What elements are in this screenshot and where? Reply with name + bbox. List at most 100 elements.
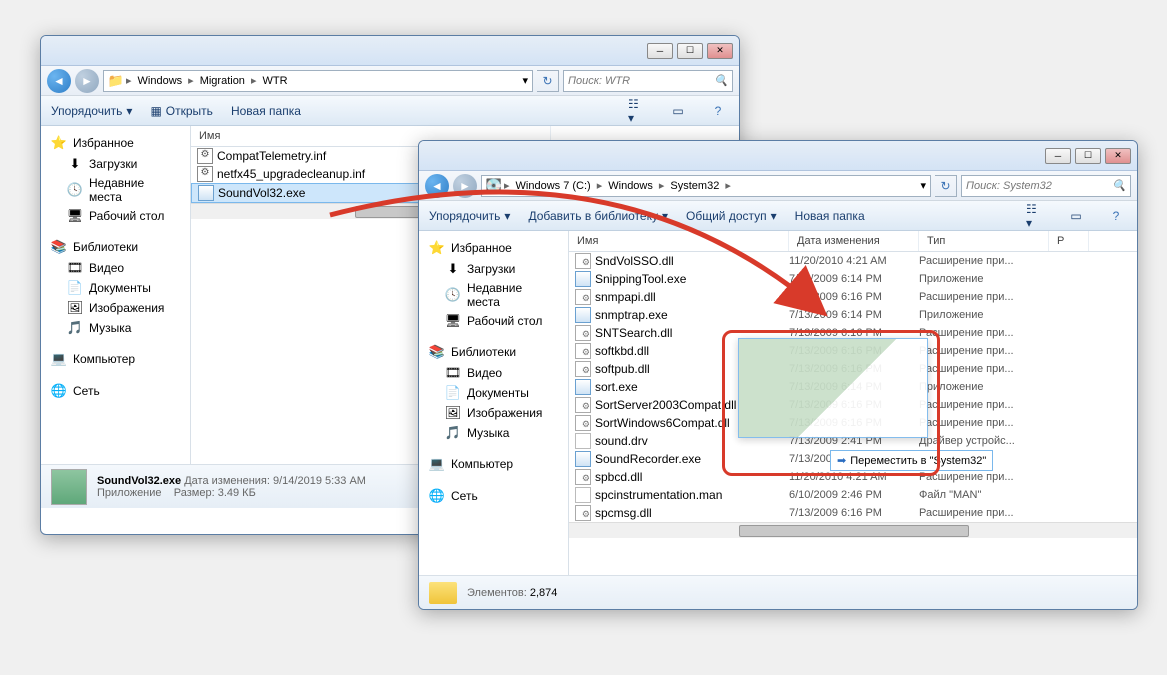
sidebar-computer[interactable]: 💻Компьютер (41, 348, 190, 370)
file-date: 7/13/2009 6:14 PM (789, 309, 919, 321)
col-type[interactable]: Тип (919, 231, 1049, 251)
file-date: 7/13/2009 6:14 PM (789, 273, 919, 285)
sidebar-documents[interactable]: 📄Документы (419, 383, 568, 403)
maximize-button[interactable]: ☐ (1075, 148, 1101, 164)
col-size[interactable]: Р (1049, 231, 1089, 251)
search-input[interactable]: Поиск: System32 🔍 (961, 175, 1131, 197)
column-headers[interactable]: Имя Дата изменения Тип Р (569, 231, 1137, 252)
sidebar-pictures[interactable]: 🖼Изображения (41, 298, 190, 318)
minimize-button[interactable]: ─ (647, 43, 673, 59)
sidebar-downloads[interactable]: ⬇Загрузки (41, 154, 190, 174)
col-date[interactable]: Дата изменения (789, 231, 919, 251)
newfolder-button[interactable]: Новая папка (231, 104, 301, 118)
file-row[interactable]: SndVolSSO.dll11/20/2010 4:21 AMРасширени… (569, 252, 1137, 270)
open-button[interactable]: ▦Открыть (150, 104, 212, 118)
file-icon (575, 415, 591, 431)
addlib-button[interactable]: Добавить в библиотеку ▾ (528, 209, 668, 223)
forward-button[interactable]: ► (453, 174, 477, 198)
sidebar-libraries[interactable]: 📚Библиотеки (419, 341, 568, 363)
preview-button[interactable]: ▭ (1065, 206, 1087, 226)
sidebar-desktop[interactable]: 🖥Рабочий стол (41, 206, 190, 226)
help-button[interactable]: ? (1105, 206, 1127, 226)
search-icon: 🔍 (714, 74, 728, 87)
share-button[interactable]: Общий доступ ▾ (686, 209, 777, 223)
pictures-icon: 🖼 (445, 405, 461, 421)
view-button[interactable]: ☷ ▾ (627, 101, 649, 121)
network-icon: 🌐 (51, 383, 67, 399)
newfolder-button[interactable]: Новая папка (795, 209, 865, 223)
help-button[interactable]: ? (707, 101, 729, 121)
file-type: Приложение (919, 273, 1049, 285)
file-name: netfx45_upgradecleanup.inf (217, 167, 365, 181)
forward-button[interactable]: ► (75, 69, 99, 93)
sidebar-music[interactable]: 🎵Музыка (419, 423, 568, 443)
file-row[interactable]: spcinstrumentation.man6/10/2009 2:46 PMФ… (569, 486, 1137, 504)
desktop-icon: 🖥 (445, 313, 461, 329)
sidebar: ⭐Избранное ⬇Загрузки 🕓Недавние места 🖥Ра… (41, 126, 191, 464)
close-button[interactable]: ✕ (1105, 148, 1131, 164)
breadcrumb[interactable]: Windows (604, 180, 657, 192)
file-name: spbcd.dll (595, 470, 642, 484)
folder-icon: 📁 (108, 73, 124, 89)
sidebar-recent[interactable]: 🕓Недавние места (41, 174, 190, 206)
breadcrumb[interactable]: Windows (134, 75, 187, 87)
sidebar-libraries[interactable]: 📚Библиотеки (41, 236, 190, 258)
file-type: Расширение при... (919, 471, 1049, 483)
sidebar-network[interactable]: 🌐Сеть (41, 380, 190, 402)
search-placeholder: Поиск: System32 (966, 180, 1052, 192)
sidebar-favorites[interactable]: ⭐Избранное (41, 132, 190, 154)
sidebar-video[interactable]: 🎞Видео (41, 258, 190, 278)
file-row[interactable]: snmpapi.dll7/13/2009 6:16 PMРасширение п… (569, 288, 1137, 306)
sidebar-favorites[interactable]: ⭐Избранное (419, 237, 568, 259)
close-button[interactable]: ✕ (707, 43, 733, 59)
breadcrumb[interactable]: Windows 7 (C:) (512, 180, 595, 192)
sidebar-video[interactable]: 🎞Видео (419, 363, 568, 383)
search-input[interactable]: Поиск: WTR 🔍 (563, 70, 733, 92)
scrollbar-horizontal[interactable] (569, 522, 1137, 538)
titlebar[interactable]: ─ ☐ ✕ (41, 36, 739, 66)
sidebar-documents[interactable]: 📄Документы (41, 278, 190, 298)
refresh-button[interactable]: ↻ (537, 70, 559, 92)
minimize-button[interactable]: ─ (1045, 148, 1071, 164)
file-date: 7/13/2009 6:16 PM (789, 507, 919, 519)
drop-tooltip: ➡ Переместить в "System32" (830, 450, 993, 471)
breadcrumb[interactable]: WTR (258, 75, 291, 87)
dropdown-icon[interactable]: ▾ (522, 74, 528, 87)
file-row[interactable]: SnippingTool.exe7/13/2009 6:14 PMПриложе… (569, 270, 1137, 288)
computer-icon: 💻 (429, 456, 445, 472)
titlebar[interactable]: ─ ☐ ✕ (419, 141, 1137, 171)
file-name: sort.exe (595, 380, 638, 394)
file-type: Приложение (919, 381, 1049, 393)
file-date: 6/10/2009 2:46 PM (789, 489, 919, 501)
file-name: softkbd.dll (595, 344, 649, 358)
dropdown-icon[interactable]: ▾ (920, 179, 926, 192)
refresh-button[interactable]: ↻ (935, 175, 957, 197)
file-name: CompatTelemetry.inf (217, 149, 326, 163)
sidebar-desktop[interactable]: 🖥Рабочий стол (419, 311, 568, 331)
move-icon: ➡ (837, 454, 846, 467)
sidebar-recent[interactable]: 🕓Недавние места (419, 279, 568, 311)
file-name: spcinstrumentation.man (595, 488, 722, 502)
organize-button[interactable]: Упорядочить ▾ (429, 209, 510, 223)
sidebar-downloads[interactable]: ⬇Загрузки (419, 259, 568, 279)
address-bar[interactable]: 💽 ▸ Windows 7 (C:) ▸ Windows ▸ System32 … (481, 175, 931, 197)
file-icon (197, 166, 213, 182)
maximize-button[interactable]: ☐ (677, 43, 703, 59)
preview-button[interactable]: ▭ (667, 101, 689, 121)
back-button[interactable]: ◄ (47, 69, 71, 93)
file-row[interactable]: snmptrap.exe7/13/2009 6:14 PMПриложение (569, 306, 1137, 324)
address-bar[interactable]: 📁 ▸ Windows ▸ Migration ▸ WTR ▾ (103, 70, 533, 92)
back-button[interactable]: ◄ (425, 174, 449, 198)
file-name: SoundVol32.exe (218, 186, 305, 200)
sidebar-computer[interactable]: 💻Компьютер (419, 453, 568, 475)
organize-button[interactable]: Упорядочить ▾ (51, 104, 132, 118)
sidebar-pictures[interactable]: 🖼Изображения (419, 403, 568, 423)
sidebar-network[interactable]: 🌐Сеть (419, 485, 568, 507)
sidebar-music[interactable]: 🎵Музыка (41, 318, 190, 338)
file-row[interactable]: spcmsg.dll7/13/2009 6:16 PMРасширение пр… (569, 504, 1137, 522)
file-name: SortWindows6Compat.dll (595, 416, 730, 430)
breadcrumb[interactable]: System32 (666, 180, 723, 192)
col-name[interactable]: Имя (569, 231, 789, 251)
breadcrumb[interactable]: Migration (196, 75, 249, 87)
view-button[interactable]: ☷ ▾ (1025, 206, 1047, 226)
